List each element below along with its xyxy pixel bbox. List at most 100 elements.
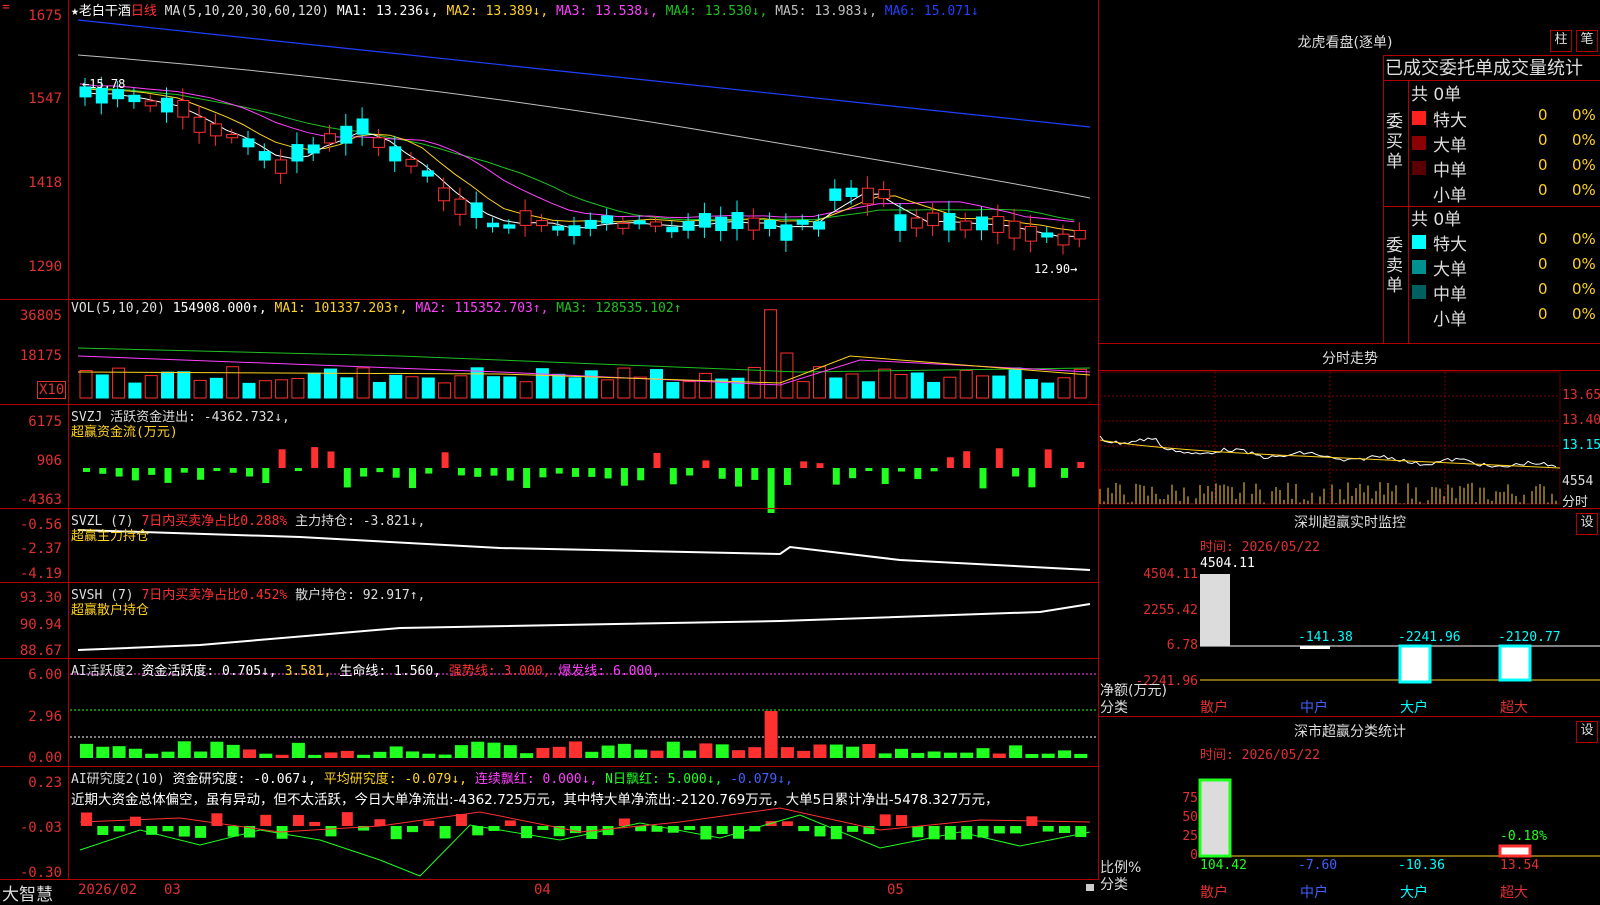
flow-bar bbox=[490, 468, 498, 476]
lock-icon[interactable] bbox=[1086, 884, 1094, 891]
svzl-line bbox=[77, 529, 1091, 571]
research-bar bbox=[847, 826, 859, 832]
flow-bar bbox=[148, 468, 156, 475]
order-percent: 0% bbox=[1572, 106, 1596, 124]
candle-body bbox=[503, 224, 516, 229]
flow-bar bbox=[783, 468, 791, 486]
intraday-vol-label: 4554 bbox=[1562, 474, 1594, 489]
sz-class-extra-value: -0.18% bbox=[1500, 829, 1547, 844]
research-bar bbox=[1059, 826, 1070, 833]
candle-body bbox=[389, 146, 402, 162]
research-bar bbox=[292, 814, 304, 826]
activity-bar bbox=[389, 746, 403, 758]
flow-bar bbox=[327, 451, 335, 468]
volume-bar bbox=[291, 378, 305, 399]
activity-bar bbox=[259, 753, 273, 758]
sz-class-settings-button[interactable]: 设 bbox=[1576, 721, 1598, 743]
order-size-label: 大单 bbox=[1433, 260, 1467, 280]
activity-bar bbox=[960, 752, 974, 758]
research-bar bbox=[162, 826, 174, 832]
vol-header: VOL(5,10,20) 154908.000↑, MA1: 101337.20… bbox=[71, 301, 682, 316]
activity-bar bbox=[128, 748, 142, 758]
candle-body bbox=[943, 212, 956, 231]
activity-bar bbox=[976, 748, 990, 758]
y-tick: 93.30 bbox=[19, 590, 62, 606]
candle-body bbox=[209, 123, 222, 137]
volume-bar bbox=[650, 369, 663, 399]
category-label: 超大 bbox=[1500, 700, 1528, 716]
candle-body bbox=[715, 216, 728, 232]
date-start: 2026/02 bbox=[78, 882, 138, 898]
candle-body bbox=[226, 133, 239, 139]
flow-bar bbox=[213, 468, 221, 472]
volume-bar bbox=[161, 371, 174, 399]
intraday-price-line bbox=[1099, 435, 1557, 468]
flow-bar bbox=[360, 468, 368, 477]
volume-bar bbox=[1041, 382, 1055, 399]
volume-bar bbox=[209, 377, 223, 399]
research-bar bbox=[260, 814, 272, 826]
ma4-value: MA4: 13.530↓, bbox=[665, 4, 768, 19]
research-bar bbox=[341, 812, 353, 826]
activity-bar bbox=[846, 746, 860, 758]
candle-body bbox=[291, 144, 304, 162]
activity-bar bbox=[1074, 753, 1088, 758]
activity-bar bbox=[406, 751, 419, 758]
ai-active-header: AI活跃度2 资金活跃度: 0.705↓, 3.581, 生命线: 1.560,… bbox=[71, 660, 660, 679]
order-size-label: 特大 bbox=[1433, 111, 1467, 131]
research-bar bbox=[504, 820, 516, 826]
activity-bar bbox=[715, 744, 729, 758]
stock-name[interactable]: ★老白干酒 bbox=[71, 4, 131, 19]
research-bar bbox=[390, 826, 402, 840]
panel-divider bbox=[0, 404, 1098, 405]
sz-monitor-settings-button[interactable]: 设 bbox=[1576, 513, 1598, 535]
activity-bar bbox=[683, 750, 697, 758]
month-tick: 04 bbox=[534, 882, 551, 898]
pen-mode-button[interactable]: 笔 bbox=[1576, 30, 1598, 52]
vol-value: 154908.000↑, bbox=[172, 301, 267, 316]
legend-swatch bbox=[1412, 285, 1426, 299]
activity-bar bbox=[161, 751, 175, 758]
bar-mode-button[interactable]: 柱 bbox=[1550, 30, 1572, 52]
y-tick: 1675 bbox=[28, 8, 62, 24]
sz-monitor-bar bbox=[1498, 644, 1532, 682]
brand-logo[interactable]: 大智慧 bbox=[2, 880, 53, 905]
activity-bar bbox=[1025, 754, 1039, 758]
month-tick: 03 bbox=[164, 882, 181, 898]
candle-body bbox=[682, 220, 695, 231]
flow-bar bbox=[865, 468, 873, 472]
activity-bar bbox=[308, 754, 322, 758]
intraday-title[interactable]: 分时走势 bbox=[1280, 348, 1420, 368]
legend-swatch bbox=[1412, 235, 1426, 249]
activity-bar bbox=[911, 752, 925, 758]
flow-bar bbox=[278, 449, 286, 468]
y-tick: 6175 bbox=[28, 414, 62, 430]
order-percent: 0% bbox=[1572, 280, 1596, 298]
ma3-value: MA3: 13.538↓, bbox=[556, 4, 658, 19]
research-bar bbox=[1075, 826, 1087, 838]
candle-body bbox=[421, 170, 434, 177]
order-size-label: 中单 bbox=[1433, 285, 1467, 305]
sz-monitor-time: 时间: 2026/05/22 bbox=[1200, 540, 1320, 555]
activity-bar bbox=[96, 746, 110, 758]
activity-bar bbox=[813, 744, 827, 758]
period-label[interactable]: 日线 bbox=[131, 4, 157, 19]
flow-bar bbox=[800, 461, 808, 468]
flow-bar bbox=[99, 468, 107, 474]
high-price-label: ←15.78 bbox=[82, 77, 126, 91]
flow-bar bbox=[849, 468, 857, 479]
main-chart-canvas[interactable] bbox=[0, 0, 1600, 900]
research-bar bbox=[700, 826, 712, 840]
volume-bar bbox=[976, 375, 989, 399]
activity-bar bbox=[748, 747, 762, 758]
sz-class-value: -7.60 bbox=[1298, 858, 1338, 873]
activity-bar bbox=[878, 753, 892, 758]
vol-title[interactable]: VOL(5,10,20) bbox=[71, 301, 165, 316]
activity-bar bbox=[275, 754, 289, 758]
ai-research-title[interactable]: AI研究度2(10) bbox=[71, 772, 165, 787]
candle-body bbox=[470, 202, 483, 219]
y-tick: 90.94 bbox=[19, 617, 62, 633]
research-bar bbox=[896, 815, 907, 826]
activity-bar bbox=[471, 741, 485, 758]
ai-active-title[interactable]: AI活跃度2 bbox=[71, 664, 133, 679]
